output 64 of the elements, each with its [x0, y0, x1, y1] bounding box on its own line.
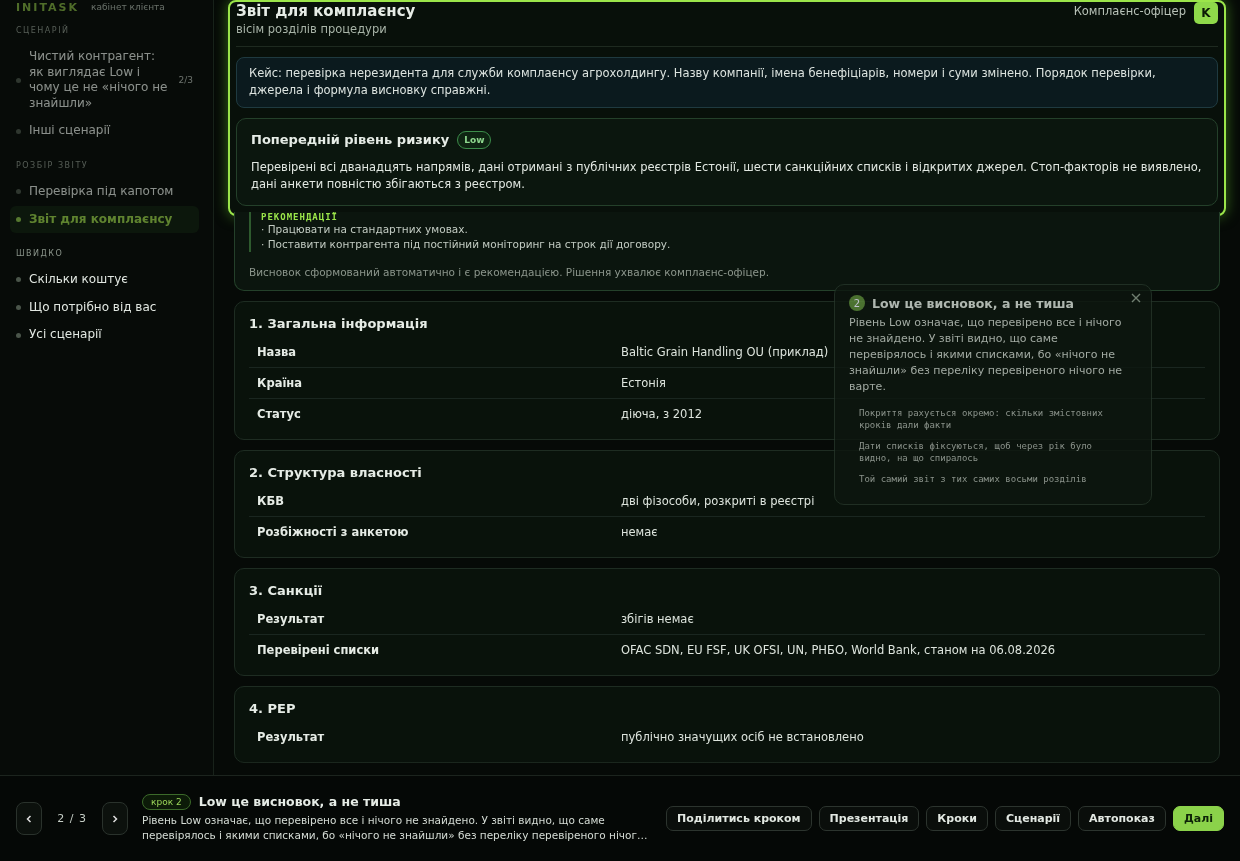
sidebar-item[interactable]: Що потрібно від вас: [10, 293, 199, 322]
field-label: Країна: [257, 376, 304, 391]
tour-button[interactable]: Далі: [1172, 806, 1224, 831]
tour-button[interactable]: Кроки: [926, 806, 988, 831]
field-value: немає: [621, 525, 658, 540]
tooltip-note: Той самий звіт з тих самих восьми розділів: [859, 473, 1088, 486]
field-label: Перевірені списки: [257, 643, 381, 658]
sidebar-item[interactable]: Звіт для комплаєнсу: [10, 205, 199, 234]
tour-button[interactable]: Поділитись кроком: [666, 806, 812, 831]
field-label: КБВ: [257, 494, 285, 509]
tooltip-note: Дати списків фіксуються, щоб через рік було видно, на що спиралось: [859, 439, 1093, 466]
tour-button[interactable]: Сценарії: [994, 806, 1072, 831]
tour-button[interactable]: Автопоказ: [1078, 806, 1166, 831]
tour-button[interactable]: Презентація: [818, 806, 920, 831]
field-value: діюча, з 2012: [621, 407, 703, 422]
section-title: 3. Санкції: [249, 583, 323, 599]
previous-button[interactable]: [16, 802, 43, 835]
logo: INITASK: [16, 0, 79, 14]
risk-title: Попередній рівень ризику: [251, 132, 450, 147]
page-subtitle: вісім розділів процедури: [236, 22, 388, 36]
sidebar-item[interactable]: Усі сценарії: [10, 321, 199, 349]
risk-text: Перевірені всі дванадцять напрямів, дані отримані з публічних реєстрів Естонії, шести санкційних списків і відкритих джерел. Стоп-факторів не виявлено, дані анкети повністю збігаються з реєстром.: [251, 158, 1203, 193]
recommendations-label: РЕКОМЕНДАЦІЇ: [261, 212, 340, 222]
case-note: Кейс: перевірка нерезидента для служби комплаєнсу агрохолдингу. Назву компанії, імена бенефіціарів, номери і суми змінено. Порядок перевірки, джерела і формула висновку справжні.: [236, 57, 1218, 108]
field-value: публічно значущих осіб не встановлено: [621, 730, 864, 745]
field-value: Естонія: [621, 376, 666, 391]
close-icon[interactable]: [1131, 293, 1141, 303]
sidebar-item[interactable]: Перевірка під капотом: [10, 177, 199, 206]
step-description: Рівень Low означає, що перевірено все і нічого не знайдено. У звіті видно, що саме перевірялось і якими списками, бо «нічого не знайшли» без переліку перевіреного нічог…: [142, 812, 649, 843]
brand-subtitle: кабінет клієнта: [91, 2, 165, 12]
risk-badge: Low: [457, 130, 492, 149]
user-role: Комплаєнс-офіцер: [1073, 4, 1186, 18]
field-label: Результат: [257, 730, 326, 745]
section-title: 4. PEP: [249, 701, 296, 717]
step-number: 2: [849, 295, 865, 311]
field-label: Результат: [257, 612, 326, 627]
field-value: збігів немає: [621, 612, 694, 627]
field-value: дві фізособи, розкриті в реєстрі: [621, 494, 815, 509]
sidebar-heading: ШВИДКО: [15, 248, 65, 261]
footnote: Висновок сформований автоматично і є рекомендацією. Рішення ухвалює комплаєнс-офіцер.: [249, 266, 771, 279]
step-badge: крок 2: [142, 793, 191, 810]
chevron-left-icon: [25, 813, 34, 824]
sidebar-heading: СЦЕНАРІЙ: [15, 23, 71, 37]
sidebar-item[interactable]: Інші сценарії: [10, 117, 199, 145]
recommendation: · Поставити контрагента під постійний моніторинг на строк дії договору.: [261, 237, 672, 253]
next-button[interactable]: [101, 802, 129, 835]
field-value: Baltic Grain Handling OU (приклад): [621, 345, 829, 360]
section-title: 1. Загальна інформація: [249, 316, 428, 332]
step-title: Low це висновок, а не тиша: [198, 794, 401, 810]
tooltip-title: Low це висновок, а не тиша: [872, 295, 1074, 311]
recommendation: · Працювати на стандартних умовах.: [261, 222, 469, 237]
page-title: Звіт для комплаєнсу: [236, 2, 416, 20]
field-value: OFAC SDN, EU FSF, UK OFSI, UN, РНБО, World Bank, станом на 06.08.2026: [621, 643, 1056, 658]
avatar[interactable]: K: [1194, 2, 1218, 24]
sidebar-item[interactable]: Скільки коштує: [10, 266, 199, 294]
step-counter: 2 / 3: [56, 812, 88, 825]
section-title: 2. Структура власності: [249, 465, 422, 481]
field-label: Назва: [257, 345, 298, 360]
field-label: Розбіжності з анкетою: [257, 525, 410, 540]
chevron-right-icon: [110, 813, 119, 824]
field-label: Статус: [257, 407, 302, 422]
sidebar-heading: РОЗБІР ЗВІТУ: [15, 159, 90, 172]
tooltip-note: Покриття рахується окремо: скільки змістовних кроків дали факти: [859, 406, 1104, 432]
tooltip-text: Рівень Low означає, що перевірено все і нічого не знайдено. У звіті видно, що саме перевірялось і якими списками, бо «нічого не знайшли» без переліку перевіреного нічого не варте.: [849, 315, 1124, 395]
